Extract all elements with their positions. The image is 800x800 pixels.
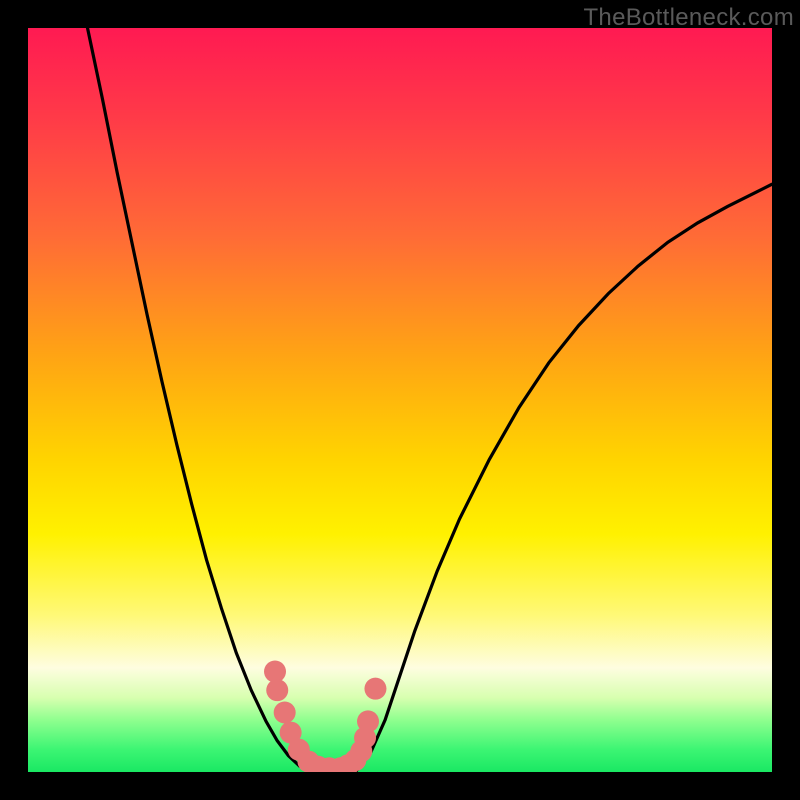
- chart-frame: [28, 28, 772, 772]
- chart-gradient-background: [28, 28, 772, 772]
